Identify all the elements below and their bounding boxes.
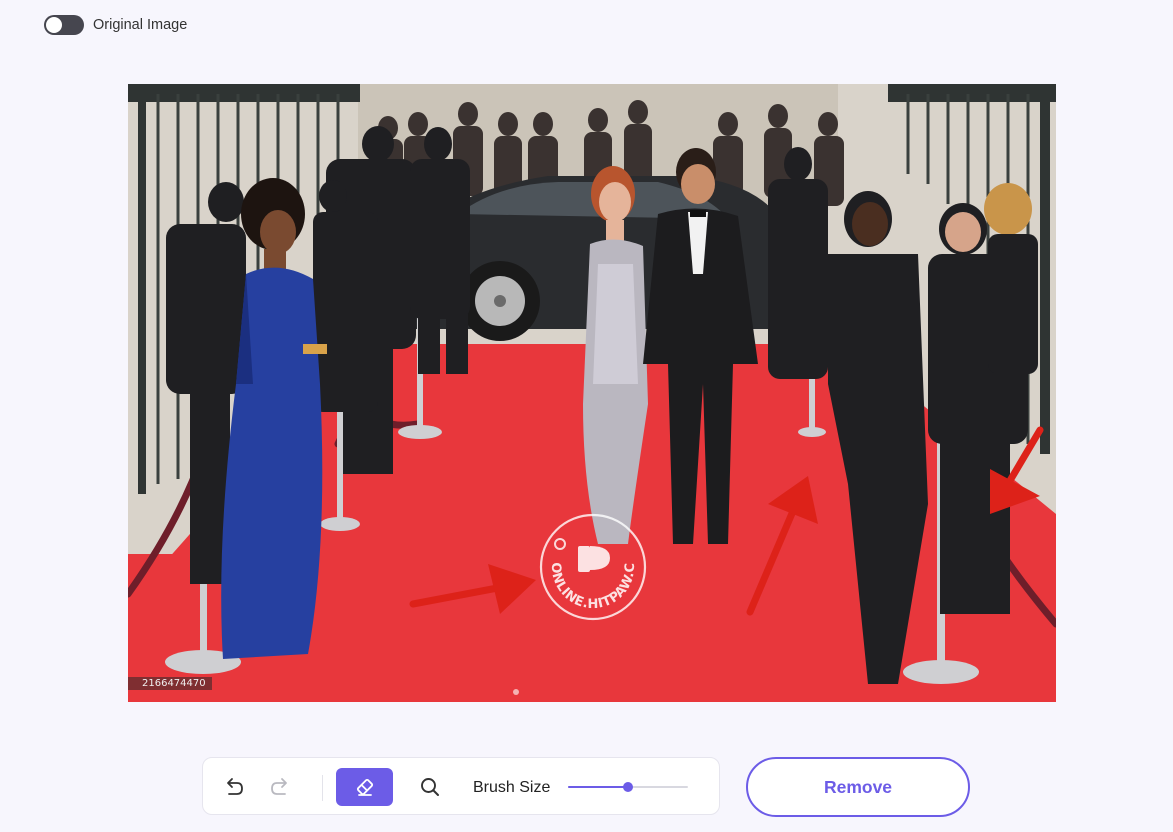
toolbar-divider [322, 775, 323, 801]
editor-toolbar: Brush Size [202, 757, 720, 815]
slider-fill [568, 786, 628, 788]
eraser-tool-button[interactable] [336, 768, 393, 806]
original-image-toggle[interactable] [44, 15, 84, 35]
zoom-icon [421, 778, 439, 796]
brush-size-slider[interactable] [568, 776, 688, 798]
hitpaw-watermark: ONLINE.HITPAW.C [539, 513, 647, 621]
toggle-knob [46, 17, 62, 33]
image-canvas[interactable]: ONLINE.HITPAW.C 2166474470 [128, 84, 1056, 702]
remove-button[interactable]: Remove [746, 757, 970, 817]
original-image-toggle-row: Original Image [44, 14, 187, 36]
eraser-icon [356, 778, 373, 796]
redo-icon [271, 778, 287, 795]
original-image-label: Original Image [93, 17, 188, 33]
undo-button[interactable] [219, 772, 249, 802]
brush-size-label: Brush Size [473, 779, 551, 796]
photo-id-label: 2166474470 [128, 677, 212, 690]
slider-thumb[interactable] [623, 782, 633, 792]
undo-icon [227, 778, 243, 795]
zoom-button[interactable] [415, 772, 445, 802]
redo-button[interactable] [265, 772, 295, 802]
